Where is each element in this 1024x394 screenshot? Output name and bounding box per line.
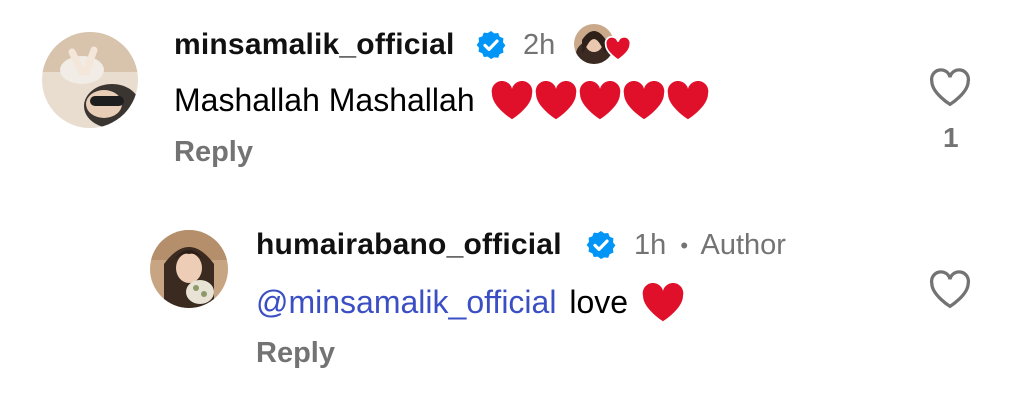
- comment-time: 2h: [523, 29, 556, 61]
- verified-badge-icon: [586, 231, 616, 259]
- time-label: 1h: [634, 229, 667, 261]
- comment-body: Mashallah Mashallah: [174, 82, 475, 119]
- reply-button[interactable]: Reply: [256, 337, 335, 370]
- red-heart-icon: [642, 282, 684, 321]
- avatar[interactable]: [150, 230, 228, 308]
- comment-username[interactable]: humairabano_official: [256, 228, 562, 262]
- like-count[interactable]: 1: [943, 122, 959, 154]
- like-heart-icon[interactable]: [928, 270, 972, 310]
- comment-text: Mashallah Mashallah: [174, 80, 710, 124]
- red-heart-icon: [579, 80, 620, 119]
- red-heart-icon: [535, 80, 576, 119]
- red-heart-icon: [623, 80, 664, 119]
- mention-link[interactable]: @minsamalik_official: [256, 284, 556, 320]
- like-heart-icon[interactable]: [928, 68, 972, 108]
- comment-text: @minsamalik_official love: [256, 282, 685, 326]
- reply-button[interactable]: Reply: [174, 136, 253, 169]
- author-badge: Author: [700, 229, 786, 261]
- red-heart-emoji-row: [490, 80, 710, 121]
- verified-badge-icon: [476, 31, 506, 59]
- comment-body: love: [569, 284, 629, 321]
- red-heart-icon: [667, 80, 708, 119]
- comment-time: 1h • Author: [634, 229, 786, 262]
- avatar[interactable]: [42, 32, 138, 128]
- author-avatar-heart-icon: [572, 22, 632, 66]
- separator-dot: •: [680, 233, 689, 259]
- comment-username[interactable]: minsamalik_official: [174, 28, 455, 62]
- red-heart-icon: [491, 80, 532, 119]
